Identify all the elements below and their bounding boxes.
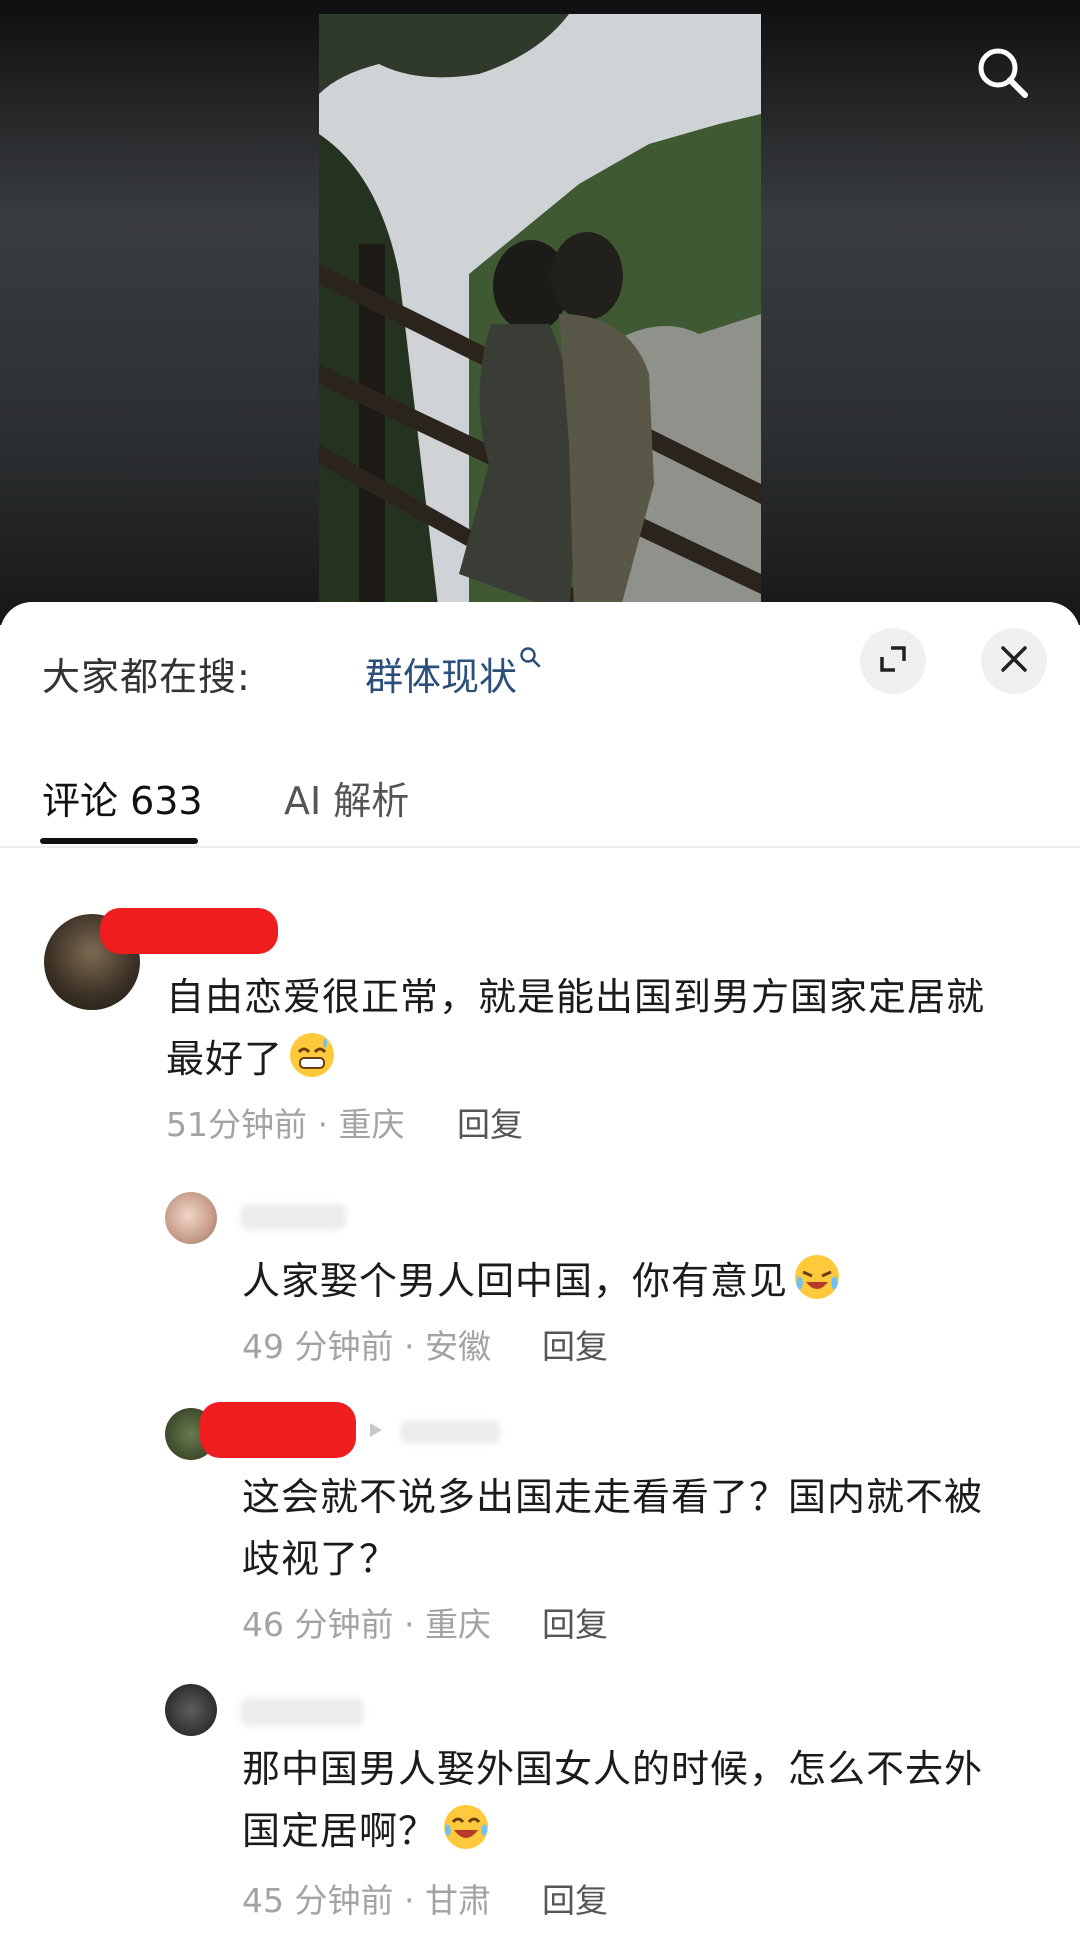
redacted-username xyxy=(100,908,278,954)
reply-item: 那中国男人娶外国女人的时候，怎么不去外 国定居啊？ 45 分钟前 · 甘肃 回复 xyxy=(0,1674,1080,1934)
redacted-username xyxy=(200,1402,356,1458)
comment-sheet: 大家都在搜: 群体现状 评论 633 AI 解析 自由恋爱很正常，就是能出国到男… xyxy=(0,602,1080,1938)
comment-meta: 46 分钟前 · 重庆 xyxy=(242,1605,491,1644)
close-button[interactable] xyxy=(981,628,1047,694)
reply-item: 这会就不说多出国走走看看了？国内就不被 歧视了？ 46 分钟前 · 重庆 回复 xyxy=(0,1402,1080,1662)
hot-search-row: 大家都在搜: 群体现状 xyxy=(0,602,1080,732)
comment-text[interactable]: 这会就不说多出国走走看看了？国内就不被 歧视了？ xyxy=(242,1466,1042,1590)
comment-meta: 51分钟前 · 重庆 xyxy=(166,1105,405,1144)
reply-arrow-icon xyxy=(366,1420,386,1444)
hot-search-prefix: 大家都在搜: xyxy=(42,655,251,699)
expand-icon xyxy=(877,643,909,679)
avatar[interactable] xyxy=(165,1192,217,1244)
expand-button[interactable] xyxy=(860,628,926,694)
reply-button[interactable]: 回复 xyxy=(457,1098,523,1146)
magnifier-icon xyxy=(519,646,541,674)
redacted-username xyxy=(240,1698,364,1726)
reply-button[interactable]: 回复 xyxy=(542,1874,608,1922)
video-frame xyxy=(319,14,761,614)
comment-text[interactable]: 那中国男人娶外国女人的时候，怎么不去外 国定居啊？ xyxy=(242,1738,1042,1862)
hot-search-term: 群体现状 xyxy=(365,655,518,699)
laughing-tears-emoji xyxy=(441,1802,491,1852)
comment-meta: 45 分钟前 · 甘肃 xyxy=(242,1881,491,1920)
reply-button[interactable]: 回复 xyxy=(542,1320,608,1368)
video-player[interactable] xyxy=(0,0,1080,625)
tab-ai-analysis[interactable]: AI 解析 xyxy=(284,770,409,825)
comment-text[interactable]: 人家娶个男人回中国，你有意见 xyxy=(242,1250,1042,1312)
comment-text[interactable]: 自由恋爱很正常，就是能出国到男方国家定居就 最好了 xyxy=(166,966,1046,1090)
tab-bar: 评论 633 AI 解析 xyxy=(0,750,1080,848)
tab-comments[interactable]: 评论 633 xyxy=(42,770,203,825)
hot-search-term-link[interactable]: 群体现状 xyxy=(365,646,541,701)
redacted-username xyxy=(240,1204,346,1230)
reply-button[interactable]: 回复 xyxy=(542,1598,608,1646)
crying-laughing-emoji xyxy=(792,1252,842,1302)
search-icon xyxy=(973,43,1033,107)
avatar[interactable] xyxy=(165,1684,217,1736)
search-button[interactable] xyxy=(968,40,1038,110)
grinning-sweat-emoji xyxy=(287,1030,337,1080)
close-icon xyxy=(999,644,1029,678)
redacted-reply-target xyxy=(400,1420,500,1444)
comment-meta: 49 分钟前 · 安徽 xyxy=(242,1327,491,1366)
reply-item: 人家娶个男人回中国，你有意见 49 分钟前 · 安徽 回复 xyxy=(0,1182,1080,1372)
active-tab-indicator xyxy=(40,838,198,844)
